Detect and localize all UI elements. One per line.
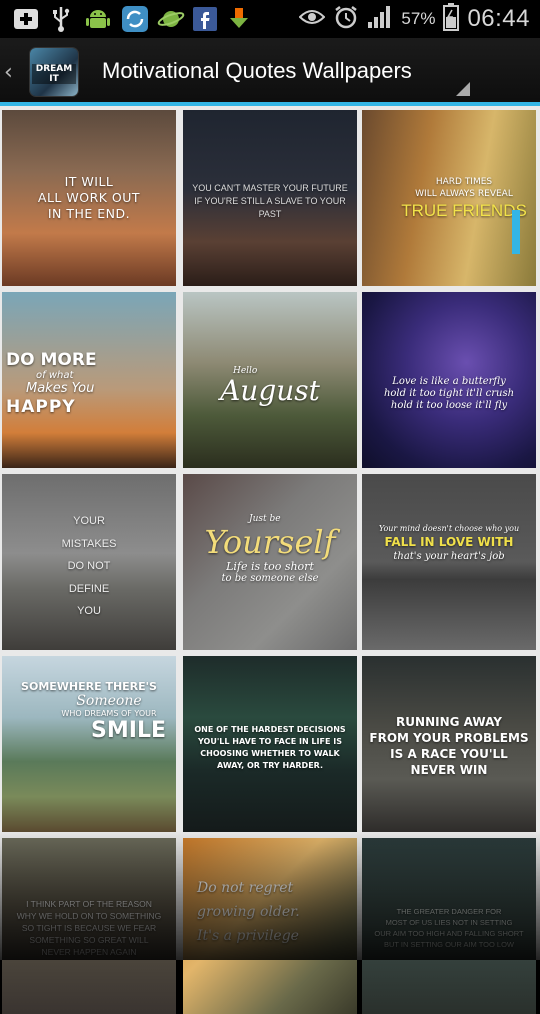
quote-line: Your mind doesn't choose who you bbox=[378, 524, 520, 533]
usb-icon bbox=[50, 6, 72, 32]
quote-line: Makes You bbox=[26, 381, 95, 396]
wallpaper-tile[interactable]: Your mind doesn't choose who you FALL IN… bbox=[362, 474, 536, 650]
quote-line: YOU CAN'T MASTER YOUR FUTURE bbox=[192, 183, 348, 193]
action-bar: ‹ DREAM IT Motivational Quotes Wallpaper… bbox=[0, 38, 540, 106]
wallpaper-tile[interactable]: RUNNING AWAY FROM YOUR PROBLEMS IS A RAC… bbox=[362, 656, 536, 832]
quote-line: ONE OF THE HARDEST DECISIONS bbox=[194, 725, 346, 734]
quote-line: BUT IN SETTING OUR AIM TOO LOW bbox=[383, 940, 515, 949]
quote-line: IT WILL bbox=[64, 174, 114, 189]
wallpaper-tile[interactable]: Just be Yourself Life is too short to be… bbox=[183, 474, 357, 650]
quote-line: OUR AIM TOO HIGH AND FALLING SHORT bbox=[374, 929, 524, 938]
sync-app-icon bbox=[120, 6, 150, 32]
quote-line: DO MORE bbox=[6, 350, 97, 370]
wallpaper-tile[interactable]: YOU CAN'T MASTER YOUR FUTURE IF YOU'RE S… bbox=[183, 110, 357, 286]
menu-overflow-icon[interactable] bbox=[456, 82, 470, 96]
quote-line: IS A RACE YOU'LL bbox=[390, 747, 508, 761]
quote-line: to be someone else bbox=[221, 573, 319, 584]
planet-icon bbox=[156, 6, 186, 32]
wallpaper-tile[interactable]: I THINK PART OF THE REASON WHY WE HOLD O… bbox=[2, 838, 176, 1014]
alarm-icon bbox=[333, 4, 359, 34]
wallpaper-tile[interactable]: Hello August bbox=[183, 292, 357, 468]
app-icon[interactable]: DREAM IT bbox=[30, 48, 78, 96]
quote-line: WHO DREAMS OF YOUR bbox=[61, 709, 157, 718]
quote-line: HARD TIMES bbox=[435, 177, 493, 187]
quote-line: NEVER WIN bbox=[410, 763, 488, 777]
status-bar: 57% 06:44 bbox=[0, 0, 540, 38]
quote-line: growing older. bbox=[197, 904, 300, 920]
scroll-indicator bbox=[512, 210, 520, 254]
quote-line: YOUR bbox=[73, 515, 105, 527]
quote-line: RUNNING AWAY bbox=[396, 715, 502, 729]
quote-line: FALL IN LOVE WITH bbox=[384, 535, 514, 549]
wallpaper-tile[interactable]: HARD TIMES WILL ALWAYS REVEAL TRUE FRIEN… bbox=[362, 110, 536, 286]
page-title: Motivational Quotes Wallpapers bbox=[102, 58, 412, 83]
quote-line: SO TIGHT IS BECAUSE WE FEAR bbox=[21, 923, 157, 933]
app-icon-text: DREAM IT bbox=[32, 64, 76, 84]
quote-line: AWAY, OR TRY HARDER. bbox=[216, 761, 324, 770]
quote-line: Yourself bbox=[204, 523, 336, 561]
quote-line: SOMEWHERE THERE'S bbox=[21, 680, 157, 693]
quote-line: DEFINE bbox=[68, 582, 110, 595]
wallpaper-tile[interactable]: DO MORE of what Makes You HAPPY bbox=[2, 292, 176, 468]
wallpaper-tile[interactable]: ONE OF THE HARDEST DECISIONS YOU'LL HAVE… bbox=[183, 656, 357, 832]
wallpaper-tile[interactable]: Love is like a butterfly hold it too tig… bbox=[362, 292, 536, 468]
quote-line: ALL WORK OUT bbox=[37, 190, 141, 205]
quote-line: August bbox=[220, 374, 320, 407]
quote-line: IN THE END. bbox=[47, 206, 131, 221]
quote-line: that's your heart's job bbox=[393, 551, 505, 562]
quote-line: MISTAKES bbox=[61, 537, 117, 550]
quote-line: I THINK PART OF THE REASON bbox=[26, 899, 152, 909]
quote-line: FROM YOUR PROBLEMS bbox=[369, 731, 529, 745]
quote-line: THE GREATER DANGER FOR bbox=[396, 907, 502, 916]
wallpaper-tile[interactable]: THE GREATER DANGER FOR MOST OF US LIES N… bbox=[362, 838, 536, 1014]
quote-line: SMILE bbox=[91, 718, 166, 743]
quote-line: TRUE FRIENDS bbox=[401, 201, 527, 220]
quote-line: It's a privilege bbox=[197, 928, 299, 944]
quote-line: Love is like a butterfly bbox=[392, 376, 506, 387]
quote-line: hold it too tight it'll crush bbox=[383, 388, 515, 399]
signal-icon bbox=[367, 5, 393, 33]
quote-line: HAPPY bbox=[6, 397, 76, 417]
quote-line: of what bbox=[36, 370, 74, 381]
quote-line: WILL ALWAYS REVEAL bbox=[415, 189, 513, 199]
download-icon bbox=[226, 6, 252, 32]
android-icon bbox=[84, 6, 112, 32]
quote-line: Life is too short bbox=[226, 560, 314, 573]
quote-line: YOU bbox=[77, 605, 101, 617]
wallpaper-tile[interactable]: Do not regret growing older. It's a priv… bbox=[183, 838, 357, 1014]
quote-line: Someone bbox=[76, 693, 142, 709]
quote-line: Do not regret bbox=[197, 880, 294, 896]
quote-line: YOU'LL HAVE TO FACE IN LIFE IS bbox=[198, 737, 342, 746]
quote-line: hold it too loose it'll fly bbox=[390, 400, 508, 411]
wallpaper-tile[interactable]: SOMEWHERE THERE'S Someone WHO DREAMS OF … bbox=[2, 656, 176, 832]
add-box-icon bbox=[12, 6, 40, 32]
quote-line: CHOOSING WHETHER TO WALK bbox=[200, 749, 340, 758]
battery-icon bbox=[443, 3, 460, 35]
quote-line: IF YOU'RE STILL A SLAVE TO YOUR PAST bbox=[194, 196, 346, 219]
facebook-icon bbox=[192, 6, 218, 32]
quote-line: MOST OF US LIES NOT IN SETTING bbox=[385, 918, 513, 927]
wallpaper-grid: IT WILL ALL WORK OUT IN THE END. YOU CAN… bbox=[0, 106, 540, 1014]
wallpaper-tile[interactable]: IT WILL ALL WORK OUT IN THE END. bbox=[2, 110, 176, 286]
clock: 06:44 bbox=[467, 5, 530, 32]
eye-icon bbox=[298, 7, 326, 31]
quote-line: DO NOT bbox=[67, 560, 111, 572]
battery-percent: 57% bbox=[401, 9, 436, 28]
quote-line: WHY WE HOLD ON TO SOMETHING bbox=[16, 911, 162, 921]
quote-line: NEVER HAPPEN AGAIN bbox=[41, 947, 137, 957]
quote-line: SOMETHING SO GREAT WILL bbox=[29, 935, 149, 945]
wallpaper-tile[interactable]: YOUR MISTAKES DO NOT DEFINE YOU bbox=[2, 474, 176, 650]
back-caret-icon[interactable]: ‹ bbox=[4, 60, 13, 85]
